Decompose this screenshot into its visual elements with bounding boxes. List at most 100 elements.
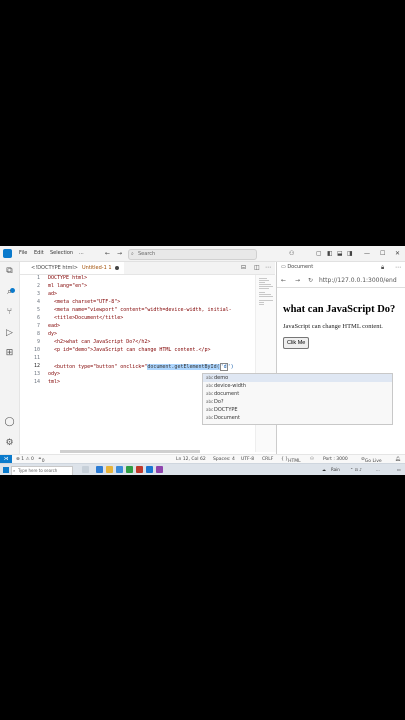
- more-icon[interactable]: ⋯: [395, 264, 401, 271]
- browser-nav-bar: ← → ↻ http://127.0.0.1:3000/end: [277, 276, 405, 288]
- title-bar: File Edit Selection ... ← → ⌕ Search ⚇ ▢…: [0, 246, 405, 262]
- code-line-active: <button type="button" onclick="document.…: [48, 363, 234, 371]
- taskbar-search[interactable]: ⌕ Type here to search: [11, 466, 73, 475]
- code-line: DOCTYPE html>: [48, 275, 88, 281]
- text-cursor: 'd: [219, 363, 228, 371]
- layout-panel-icon[interactable]: ⬓: [337, 250, 343, 257]
- tray-icons[interactable]: ⌃ ⊡ ♪: [350, 467, 362, 472]
- weather-icon[interactable]: ☁︎: [322, 467, 326, 472]
- suggestion-item[interactable]: abc demo: [203, 374, 392, 382]
- menu-file[interactable]: File: [19, 250, 27, 256]
- app-icon[interactable]: [136, 466, 143, 473]
- close-icon[interactable]: ✕: [395, 250, 400, 257]
- click-me-button[interactable]: Clik Me: [283, 337, 310, 349]
- account-icon[interactable]: ◯: [4, 417, 15, 428]
- browser-back-icon[interactable]: ←: [281, 277, 286, 284]
- page-paragraph: JavaScript can change HTML content.: [283, 323, 383, 330]
- clock[interactable]: ...: [376, 467, 380, 472]
- suggestion-item[interactable]: abc document: [203, 390, 392, 398]
- explorer-icon[interactable]: ⧉: [4, 266, 15, 277]
- code-line: tml>: [48, 379, 61, 385]
- browser-tab[interactable]: ▭ Document: [281, 264, 313, 270]
- settings-gear-icon[interactable]: ⚙: [4, 438, 15, 449]
- cursor-position[interactable]: Ln 12, Col 62: [176, 457, 206, 462]
- lock-icon: 🔒︎: [381, 264, 385, 271]
- browser-preview: ▭ Document 🔒︎ ⋯ ← → ↻ http://127.0.0.1:3…: [276, 262, 405, 459]
- url-bar[interactable]: http://127.0.0.1:3000/end: [319, 277, 397, 284]
- suggestion-item[interactable]: abc device-width: [203, 382, 392, 390]
- command-search-box[interactable]: ⌕ Search: [128, 249, 257, 260]
- selected-text: document.getElementById(: [147, 364, 220, 370]
- code-line: <meta name="viewport" content="width=dev…: [48, 307, 232, 313]
- vscode-taskbar-icon[interactable]: [146, 466, 153, 473]
- layout-right-icon[interactable]: ◨: [347, 250, 353, 257]
- more-actions-icon[interactable]: ⋯: [265, 264, 271, 271]
- line-number: 14: [33, 379, 40, 385]
- line-number: 3: [36, 291, 40, 297]
- open-preview-icon[interactable]: ⊟: [241, 264, 246, 271]
- code-line: ody>: [48, 371, 61, 377]
- app-icon[interactable]: [156, 466, 163, 473]
- unsaved-dot-icon[interactable]: [115, 266, 119, 270]
- back-arrow-icon[interactable]: ←: [105, 250, 110, 257]
- search-icon[interactable]: ⌕: [4, 287, 15, 298]
- go-live-button[interactable]: ⊘ Go Live: [361, 457, 382, 464]
- problems-count[interactable]: ⊗ 1 ⚠ 0: [16, 457, 34, 462]
- minimize-icon[interactable]: —: [364, 250, 370, 257]
- line-ending[interactable]: CRLF: [262, 457, 273, 462]
- suggestion-item[interactable]: abc Do?: [203, 398, 392, 406]
- line-number: 7: [36, 323, 40, 329]
- copilot-icon[interactable]: ⚇: [310, 457, 314, 462]
- vscode-window: File Edit Selection ... ← → ⌕ Search ⚇ ▢…: [0, 246, 405, 475]
- code-line: ml lang="en">: [48, 283, 88, 289]
- line-number: 9: [36, 339, 40, 345]
- ports-count[interactable]: ⚭ 0: [38, 457, 45, 464]
- suggestion-item[interactable]: abc DOCTYPE: [203, 406, 392, 414]
- windows-start-icon[interactable]: [3, 467, 9, 473]
- browser-forward-icon[interactable]: →: [295, 277, 300, 284]
- line-number: 5: [36, 307, 40, 313]
- store-icon[interactable]: [116, 466, 123, 473]
- code-line: <p id="demo">JavaScript can change HTML …: [48, 347, 211, 353]
- line-number: 4: [36, 299, 40, 305]
- line-number: 11: [33, 355, 40, 361]
- tab-untitled-1[interactable]: <!DOCTYPE html> Untitled-1 1: [20, 262, 124, 274]
- code-line: <meta charset="UTF-8">: [48, 299, 121, 305]
- horizontal-scrollbar[interactable]: [60, 450, 200, 453]
- activity-bar: ⧉ ⌕ ⑂ ▷ ⊞ ◯ ⚙: [0, 262, 20, 459]
- suggestion-item[interactable]: abc Document: [203, 414, 392, 422]
- account-icon[interactable]: ⚇: [289, 250, 294, 257]
- minimap[interactable]: [255, 275, 276, 452]
- layout-sidebar-icon[interactable]: ◧: [327, 250, 333, 257]
- edge-icon[interactable]: [96, 466, 103, 473]
- notifications-icon[interactable]: 🔔︎: [395, 457, 401, 462]
- encoding[interactable]: UTF-8: [241, 457, 254, 462]
- indentation[interactable]: Spaces: 4: [213, 457, 235, 462]
- source-control-icon[interactable]: ⑂: [4, 307, 15, 318]
- notifications-icon[interactable]: ▭: [397, 467, 401, 472]
- menu-more[interactable]: ...: [79, 250, 84, 256]
- menu-selection[interactable]: Selection: [50, 250, 73, 256]
- chrome-icon[interactable]: [126, 466, 133, 473]
- maximize-icon[interactable]: ☐: [380, 250, 385, 257]
- task-view-icon[interactable]: [82, 466, 89, 473]
- search-icon: ⌕: [13, 468, 16, 473]
- vscode-logo-icon: [3, 249, 12, 258]
- line-number-active: 12: [33, 363, 40, 369]
- code-line: ead>: [48, 323, 61, 329]
- code-line: dy>: [48, 331, 58, 337]
- menu-edit[interactable]: Edit: [34, 250, 44, 256]
- file-explorer-icon[interactable]: [106, 466, 113, 473]
- tab-title: Untitled-1 1: [82, 265, 112, 271]
- refresh-icon[interactable]: ↻: [308, 277, 313, 284]
- extensions-icon[interactable]: ⊞: [4, 348, 15, 359]
- forward-arrow-icon[interactable]: →: [117, 250, 122, 257]
- code-editor[interactable]: 1 2 3 4 5 6 7 8 9 10 11 12 13 14 DOCTYPE…: [20, 275, 255, 452]
- line-number: 6: [36, 315, 40, 321]
- split-editor-icon[interactable]: ◫: [254, 264, 260, 271]
- live-server-port[interactable]: Port : 3000: [323, 457, 348, 462]
- code-line: <title>Document</title>: [48, 315, 124, 321]
- layout-icon[interactable]: ▢: [316, 250, 322, 257]
- language-mode[interactable]: { } HTML: [281, 457, 301, 464]
- run-debug-icon[interactable]: ▷: [4, 328, 15, 339]
